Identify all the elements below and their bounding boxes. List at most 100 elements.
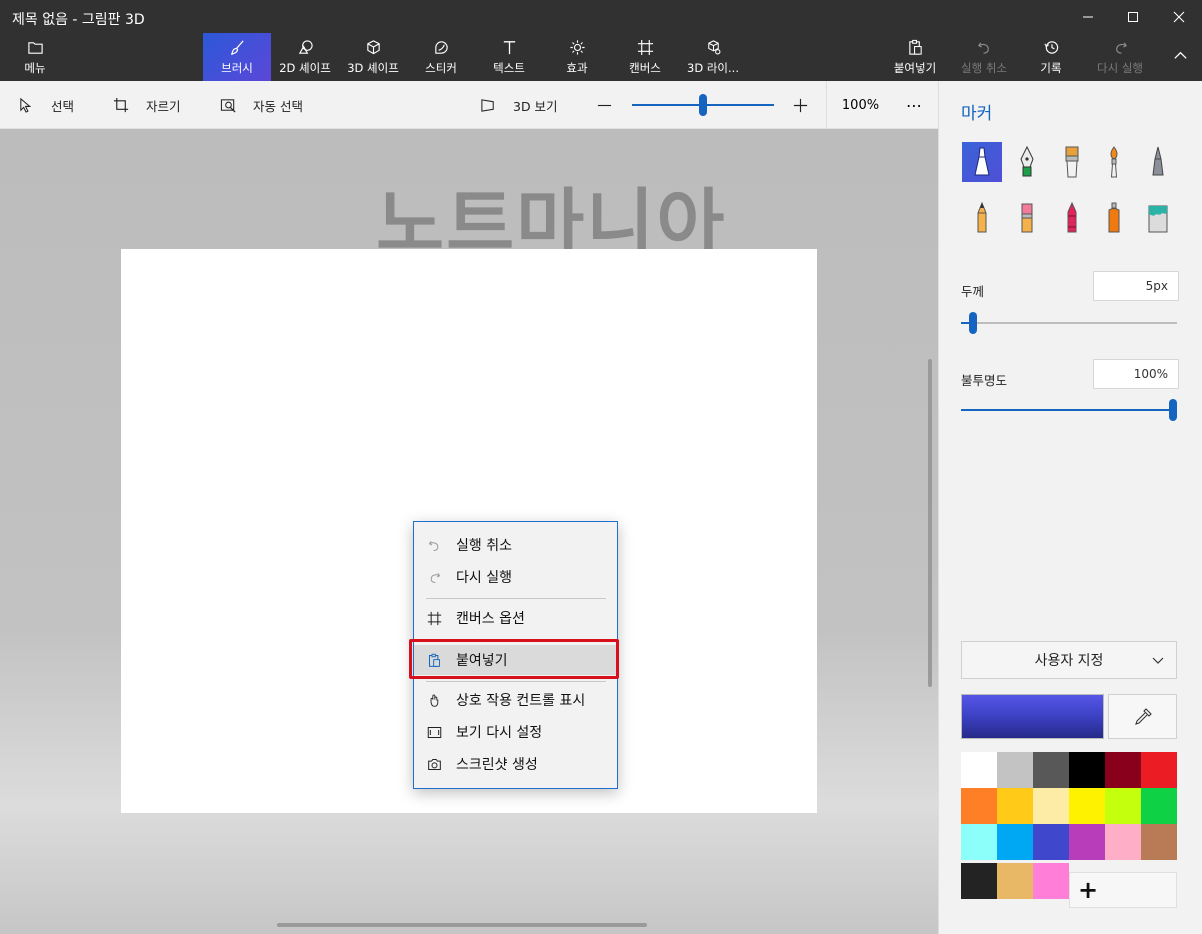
context-item-label: 보기 다시 설정 [456, 725, 543, 741]
context-canvas-options[interactable]: 캔버스 옵션 [414, 603, 617, 633]
color-swatch[interactable] [997, 752, 1033, 788]
select-button[interactable]: 선택 [18, 81, 74, 129]
color-swatch[interactable] [997, 788, 1033, 824]
more-options-button[interactable]: ⋯ [894, 81, 934, 129]
tool-label: 2D 셰이프 [279, 60, 331, 75]
watercolor-brush-icon [1110, 146, 1118, 178]
history-button[interactable]: 기록 [1030, 33, 1072, 81]
folder-icon [27, 41, 43, 54]
library-3d-icon [707, 39, 720, 54]
color-mode-dropdown[interactable]: 사용자 지정 [961, 641, 1177, 679]
zoom-value[interactable]: 100% [826, 81, 894, 129]
opacity-label: 불투명도 [961, 373, 1008, 388]
crop-icon [113, 97, 129, 112]
color-swatch[interactable] [961, 863, 997, 899]
color-swatch[interactable] [997, 863, 1033, 899]
highlight-annotation [409, 639, 619, 679]
oil-brush-icon [1065, 146, 1079, 178]
color-swatch[interactable] [961, 752, 997, 788]
redo-button[interactable]: 다시 실행 [1088, 33, 1152, 81]
brush-calligraphy-pen[interactable] [1007, 142, 1047, 182]
tool-brushes[interactable]: 브러시 [203, 33, 271, 81]
tool-text[interactable]: 텍스트 [478, 33, 540, 81]
crop-button[interactable]: 자르기 [113, 81, 181, 129]
color-swatch[interactable] [1141, 788, 1177, 824]
tool-label: 3D 라이... [687, 60, 739, 75]
add-color-button[interactable]: + [1069, 872, 1177, 908]
view-3d-label: 3D 보기 [513, 98, 558, 114]
color-swatch[interactable] [997, 824, 1033, 860]
sun-icon [569, 39, 585, 55]
thickness-input[interactable]: 5px [1093, 271, 1179, 301]
tool-label: 스티커 [425, 60, 457, 75]
color-swatch[interactable] [1105, 824, 1141, 860]
color-swatch[interactable] [1069, 752, 1105, 788]
menu-button[interactable]: 메뉴 [6, 33, 64, 81]
current-color-swatch[interactable] [961, 694, 1104, 739]
maximize-button[interactable] [1110, 0, 1156, 34]
thickness-slider-track[interactable] [961, 322, 1177, 324]
brush-fill[interactable] [1138, 198, 1178, 238]
tool-label: 텍스트 [493, 60, 525, 75]
tool-canvas[interactable]: 캔버스 [614, 33, 676, 81]
context-redo[interactable]: 다시 실행 [414, 562, 617, 592]
context-screenshot[interactable]: 스크린샷 생성 [414, 749, 617, 779]
close-icon [1173, 11, 1185, 23]
tool-3d-library[interactable]: 3D 라이... [682, 33, 744, 81]
history-icon [1043, 40, 1058, 54]
color-swatch[interactable] [1141, 824, 1177, 860]
color-swatch[interactable] [1141, 752, 1177, 788]
brush-crayon[interactable] [1052, 198, 1092, 238]
select-label: 선택 [51, 98, 75, 114]
color-swatch[interactable] [1033, 824, 1069, 860]
color-swatch[interactable] [1033, 752, 1069, 788]
brush-oil[interactable] [1052, 142, 1092, 182]
zoom-out-button[interactable] [596, 81, 613, 129]
brush-watercolor[interactable] [1094, 142, 1134, 182]
tool-2d-shapes[interactable]: 2D 셰이프 [273, 33, 337, 81]
clipboard-icon [908, 39, 922, 55]
zoom-in-button[interactable] [792, 81, 809, 129]
collapse-ribbon-button[interactable] [1160, 33, 1200, 81]
opacity-input[interactable]: 100% [1093, 359, 1179, 389]
color-swatch[interactable] [961, 824, 997, 860]
context-undo[interactable]: 실행 취소 [414, 530, 617, 560]
color-swatch[interactable] [1069, 824, 1105, 860]
brush-eraser[interactable] [1007, 198, 1047, 238]
paste-label: 붙여넣기 [893, 60, 937, 75]
magic-select-button[interactable]: 자동 선택 [220, 81, 303, 129]
color-swatch[interactable] [1069, 788, 1105, 824]
tool-3d-shapes[interactable]: 3D 셰이프 [340, 33, 406, 81]
color-swatch[interactable] [1033, 788, 1069, 824]
pixel-pen-icon [1152, 146, 1164, 176]
opacity-slider-thumb[interactable] [1169, 399, 1177, 421]
undo-button[interactable]: 실행 취소 [954, 33, 1014, 81]
eyedropper-button[interactable] [1108, 694, 1177, 739]
color-swatch[interactable] [961, 788, 997, 824]
tool-label: 브러시 [221, 60, 253, 75]
tool-stickers[interactable]: 스티커 [412, 33, 470, 81]
opacity-slider-track[interactable] [961, 409, 1177, 411]
redo-label: 다시 실행 [1097, 60, 1143, 75]
tool-effects[interactable]: 효과 [548, 33, 606, 81]
close-button[interactable] [1156, 0, 1202, 34]
view-3d-button[interactable]: 3D 보기 [480, 81, 558, 129]
color-swatch[interactable] [1033, 863, 1069, 899]
zoom-slider-thumb[interactable] [699, 94, 707, 116]
thickness-slider-thumb[interactable] [969, 312, 977, 334]
brush-pencil[interactable] [962, 198, 1002, 238]
context-show-interaction-controls[interactable]: 상호 작용 컨트롤 표시 [414, 685, 617, 715]
vertical-scrollbar[interactable] [928, 359, 932, 687]
minimize-button[interactable] [1065, 0, 1111, 34]
maximize-icon [1128, 12, 1138, 22]
context-reset-view[interactable]: 보기 다시 설정 [414, 717, 617, 747]
horizontal-scrollbar[interactable] [277, 923, 647, 927]
color-swatch[interactable] [1105, 752, 1141, 788]
brush-marker[interactable] [962, 142, 1002, 182]
color-swatch[interactable] [1105, 788, 1141, 824]
tool-label: 캔버스 [629, 60, 661, 75]
brush-pixel-pen[interactable] [1138, 142, 1178, 182]
paste-button[interactable]: 붙여넣기 [888, 33, 942, 81]
panel-title: 마커 [961, 104, 993, 124]
brush-spray-can[interactable] [1094, 198, 1134, 238]
